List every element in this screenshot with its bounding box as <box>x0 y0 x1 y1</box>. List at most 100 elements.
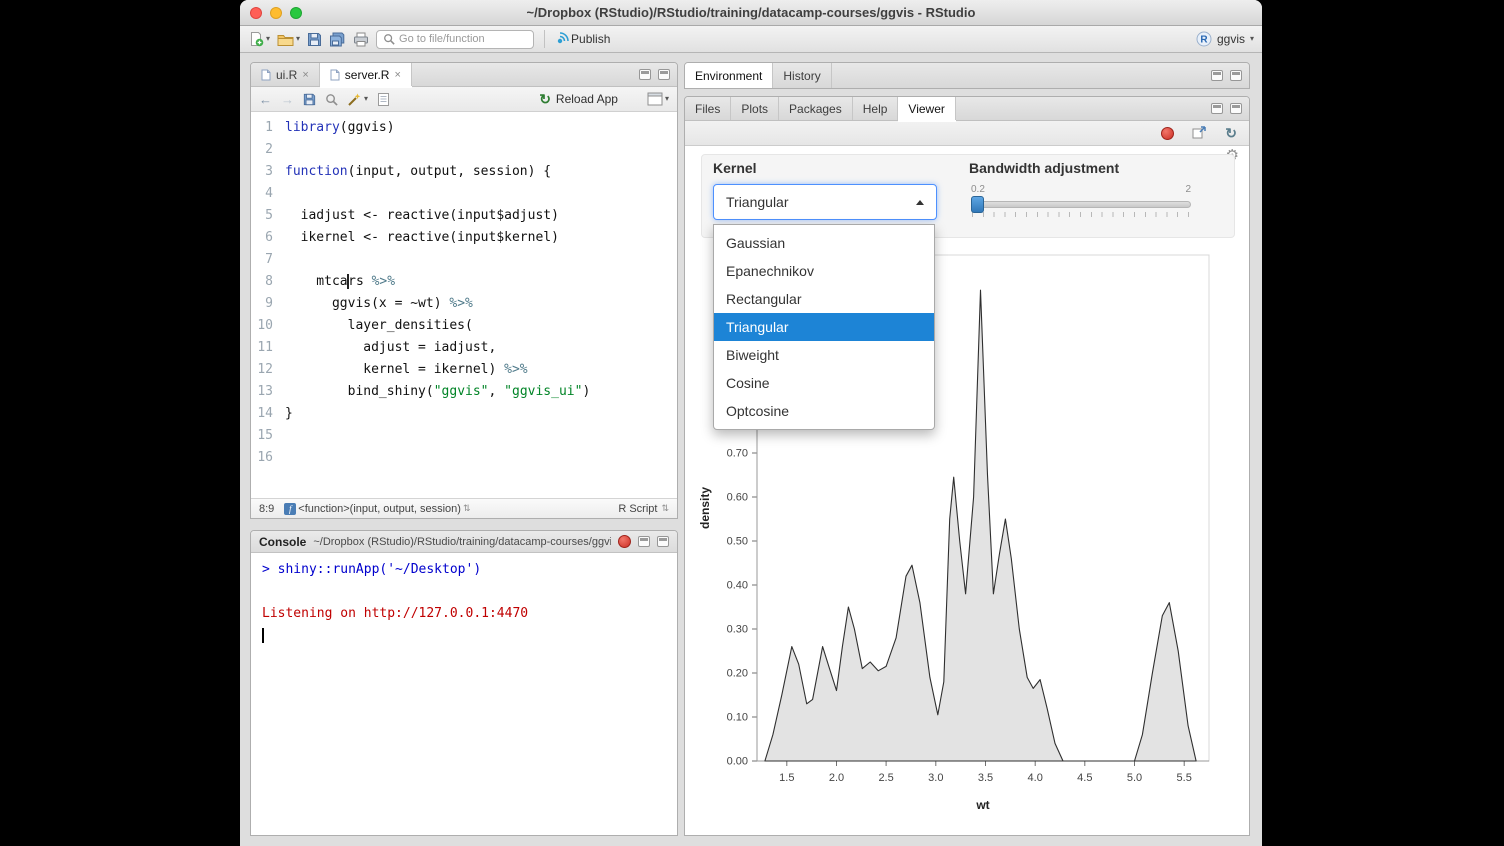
maximize-pane-button[interactable] <box>1230 70 1242 81</box>
code-line[interactable]: 11 adjust = iadjust, <box>251 337 677 359</box>
open-in-new-window-icon[interactable] <box>1192 126 1207 140</box>
pane-buttons <box>1204 97 1249 120</box>
line-number: 9 <box>251 293 285 315</box>
code-line[interactable]: 7 <box>251 249 677 271</box>
minimize-pane-button[interactable] <box>1211 70 1223 81</box>
pane-buttons <box>1204 63 1249 88</box>
code-line[interactable]: 13 bind_shiny("ggvis", "ggvis_ui") <box>251 381 677 403</box>
slider-track[interactable] <box>971 201 1191 208</box>
code-line[interactable]: 12 kernel = ikernel) %>% <box>251 359 677 381</box>
function-scope-icon: f <box>284 503 296 515</box>
file-type-selector[interactable]: R Script ⇅ <box>618 503 669 515</box>
code-line[interactable]: 10 layer_densities( <box>251 315 677 337</box>
svg-text:0.00: 0.00 <box>727 756 748 768</box>
goto-file-input[interactable] <box>399 33 527 45</box>
code-line[interactable]: 4 <box>251 183 677 205</box>
tab-history[interactable]: History <box>773 63 831 88</box>
kernel-option[interactable]: Optcosine <box>714 397 934 425</box>
tab-help[interactable]: Help <box>853 97 899 120</box>
kernel-option[interactable]: Gaussian <box>714 229 934 257</box>
publish-button[interactable]: Publish <box>555 32 610 46</box>
line-number: 6 <box>251 227 285 249</box>
close-window-button[interactable] <box>250 7 262 19</box>
slider-max-label: 2 <box>1185 184 1191 195</box>
save-icon[interactable] <box>303 93 316 106</box>
maximize-pane-button[interactable] <box>1230 103 1242 114</box>
tab-ui-r[interactable]: ui.R × <box>251 63 320 86</box>
code-editor[interactable]: 1library(ggvis)23function(input, output,… <box>251 112 677 498</box>
close-tab-icon[interactable]: × <box>394 69 400 81</box>
scope-label: <function>(input, output, session) <box>298 503 461 515</box>
tab-server-r[interactable]: server.R × <box>320 63 412 86</box>
console-output[interactable]: > shiny::runApp('~/Desktop')Listening on… <box>251 553 677 835</box>
close-tab-icon[interactable]: × <box>302 69 308 81</box>
tab-files[interactable]: Files <box>685 97 731 120</box>
rstudio-window: ~/Dropbox (RStudio)/RStudio/training/dat… <box>240 0 1262 846</box>
kernel-option[interactable]: Rectangular <box>714 285 934 313</box>
find-replace-icon[interactable] <box>325 93 338 106</box>
code-line[interactable]: 6 ikernel <- reactive(input$kernel) <box>251 227 677 249</box>
kernel-option[interactable]: Epanechnikov <box>714 257 934 285</box>
code-line[interactable]: 16 <box>251 447 677 469</box>
minimize-window-button[interactable] <box>270 7 282 19</box>
tab-packages[interactable]: Packages <box>779 97 853 120</box>
code-line[interactable]: 8 mtcars %>% <box>251 271 677 293</box>
source-pane: ui.R × server.R × <box>250 62 678 519</box>
refresh-icon[interactable]: ↻ <box>1225 126 1237 140</box>
svg-text:0.30: 0.30 <box>727 624 748 636</box>
line-number: 15 <box>251 425 285 447</box>
code-line[interactable]: 2 <box>251 139 677 161</box>
shiny-app: ⚙ Kernel Triangular GaussianEpanechnikov… <box>685 146 1249 835</box>
project-menu[interactable]: R ggvis ▾ <box>1196 31 1254 47</box>
code-tools-button[interactable]: ▾ <box>347 92 368 107</box>
slider-handle[interactable] <box>971 196 984 213</box>
code-line[interactable]: 1library(ggvis) <box>251 117 677 139</box>
environment-pane: Environment History <box>684 62 1250 89</box>
bandwidth-label: Bandwidth adjustment <box>969 160 1193 176</box>
fullscreen-window-button[interactable] <box>290 7 302 19</box>
minimize-pane-button[interactable] <box>1211 103 1223 114</box>
new-file-button[interactable]: ▾ <box>248 31 270 47</box>
minimize-pane-button[interactable] <box>639 69 651 80</box>
kernel-option[interactable]: Cosine <box>714 369 934 397</box>
back-icon[interactable]: ← <box>259 93 272 106</box>
reload-app-button[interactable]: ↻ Reload App <box>539 92 618 106</box>
caret-down-icon: ▾ <box>364 95 368 103</box>
code-line[interactable]: 3function(input, output, session) { <box>251 161 677 183</box>
goto-file-search[interactable] <box>376 30 534 49</box>
tab-label: Environment <box>695 69 762 83</box>
save-all-button[interactable] <box>329 32 346 47</box>
caret-down-icon: ▾ <box>266 35 270 43</box>
code-line[interactable]: 14} <box>251 403 677 425</box>
scope-selector[interactable]: f <function>(input, output, session) ⇅ <box>284 503 470 515</box>
code-line[interactable]: 5 iadjust <- reactive(input$adjust) <box>251 205 677 227</box>
code-line[interactable]: 15 <box>251 425 677 447</box>
compile-report-icon[interactable] <box>377 92 390 107</box>
kernel-option[interactable]: Biweight <box>714 341 934 369</box>
tab-environment[interactable]: Environment <box>685 63 773 88</box>
line-number: 3 <box>251 161 285 183</box>
forward-icon[interactable]: → <box>281 93 294 106</box>
open-file-button[interactable]: ▾ <box>277 32 300 47</box>
tab-label: Plots <box>741 102 768 116</box>
source-menu-button[interactable]: ▾ <box>647 92 669 106</box>
svg-text:0.50: 0.50 <box>727 536 748 548</box>
minimize-pane-button[interactable] <box>638 536 650 547</box>
kernel-option[interactable]: Triangular <box>714 313 934 341</box>
pane-buttons <box>638 536 669 547</box>
code-line[interactable]: 9 ggvis(x = ~wt) %>% <box>251 293 677 315</box>
tab-plots[interactable]: Plots <box>731 97 779 120</box>
stop-app-button[interactable] <box>1161 127 1174 140</box>
bandwidth-control: Bandwidth adjustment 0.2 2 <box>969 160 1193 228</box>
tab-label: server.R <box>345 68 390 82</box>
tab-viewer[interactable]: Viewer <box>898 97 955 120</box>
console-working-directory: ~/Dropbox (RStudio)/RStudio/training/dat… <box>313 536 611 548</box>
svg-text:4.5: 4.5 <box>1077 772 1092 784</box>
svg-text:2.5: 2.5 <box>878 772 893 784</box>
interrupt-r-button[interactable] <box>618 535 631 548</box>
maximize-pane-button[interactable] <box>658 69 670 80</box>
print-button[interactable] <box>353 32 369 47</box>
save-button[interactable] <box>307 32 322 47</box>
kernel-select[interactable]: Triangular <box>713 184 937 220</box>
maximize-pane-button[interactable] <box>657 536 669 547</box>
